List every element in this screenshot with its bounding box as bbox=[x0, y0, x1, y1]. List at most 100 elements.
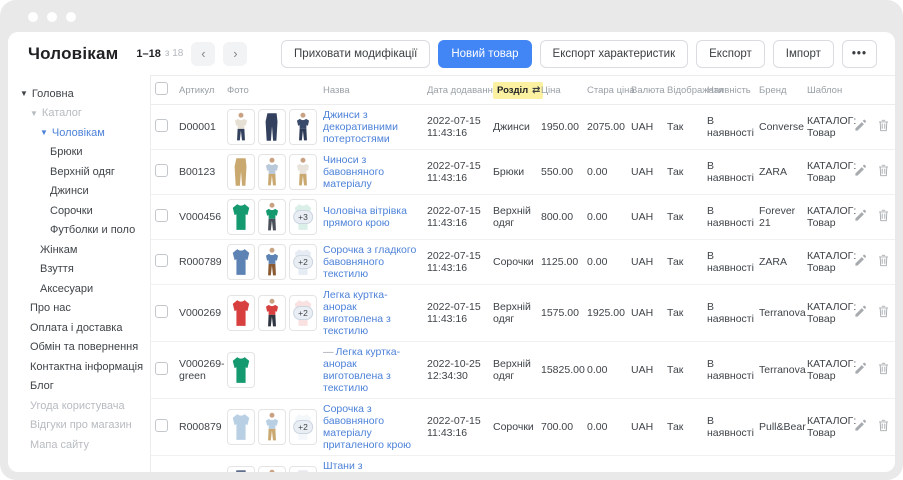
row-checkbox[interactable] bbox=[155, 362, 168, 375]
sidebar-item[interactable]: Аксесуари bbox=[8, 279, 150, 299]
delete-button[interactable] bbox=[875, 252, 892, 272]
cell-date: 2022-10-25 12:34:30 bbox=[423, 342, 489, 399]
sort-icon[interactable]: ⇄ bbox=[529, 85, 540, 96]
trash-icon bbox=[877, 210, 890, 225]
product-photo[interactable] bbox=[289, 109, 317, 145]
delete-button[interactable] bbox=[875, 417, 892, 437]
edit-button[interactable] bbox=[852, 162, 869, 182]
select-all-checkbox[interactable] bbox=[155, 82, 168, 95]
product-photo[interactable] bbox=[227, 295, 255, 331]
delete-button[interactable] bbox=[875, 162, 892, 182]
product-photo[interactable] bbox=[258, 409, 286, 445]
product-photo[interactable] bbox=[227, 409, 255, 445]
product-name-link[interactable]: Штани з бавовняного матеріалу прямого кр… bbox=[323, 460, 414, 472]
prev-page-button[interactable]: ‹ bbox=[191, 42, 215, 66]
toolbar-button[interactable]: Імпорт bbox=[773, 40, 834, 68]
sidebar-item[interactable]: Оплата і доставка bbox=[8, 318, 150, 338]
more-photos-thumb[interactable]: +2 bbox=[289, 409, 317, 445]
product-photo[interactable] bbox=[258, 154, 286, 190]
row-checkbox[interactable] bbox=[155, 119, 168, 132]
sidebar-item[interactable]: Відгуки про магазин bbox=[8, 416, 150, 436]
product-photo[interactable] bbox=[258, 199, 286, 235]
cell-sku: V000269 bbox=[175, 285, 223, 342]
more-actions-button[interactable]: ••• bbox=[842, 40, 877, 68]
sorted-column-label[interactable]: Розділ ⇄ bbox=[493, 82, 543, 99]
next-page-button[interactable]: › bbox=[223, 42, 247, 66]
product-name-link[interactable]: Сорочка з бавовняного матеріалу притален… bbox=[323, 403, 411, 451]
new-product-button[interactable]: Новий товар bbox=[438, 40, 531, 68]
trash-icon bbox=[877, 306, 890, 321]
product-photo[interactable] bbox=[258, 295, 286, 331]
cell-name: Джинси з декоративними потертостями bbox=[319, 105, 423, 150]
delete-button[interactable] bbox=[875, 207, 892, 227]
sidebar-item[interactable]: Верхній одяг bbox=[8, 162, 150, 182]
row-checkbox[interactable] bbox=[155, 209, 168, 222]
cell-date: 2022-07-15 11:43:16 bbox=[423, 150, 489, 195]
product-name-link[interactable]: Легка куртка-анорак виготовлена з тексти… bbox=[323, 346, 400, 394]
cell-check bbox=[151, 285, 175, 342]
product-photo[interactable] bbox=[258, 244, 286, 280]
sidebar-item[interactable]: ▼Чоловікам bbox=[8, 123, 150, 143]
sidebar-item[interactable]: Обмін та повернення bbox=[8, 338, 150, 358]
sidebar-item[interactable]: Контактна інформація bbox=[8, 357, 150, 377]
product-name-link[interactable]: Чиноси з бавовняного матеріалу bbox=[323, 154, 384, 190]
product-name-link[interactable]: Сорочка з гладкого бавовняного текстилю bbox=[323, 244, 416, 280]
delete-button[interactable] bbox=[875, 117, 892, 137]
delete-button[interactable] bbox=[875, 360, 892, 380]
more-photos-thumb[interactable]: +3 bbox=[289, 199, 317, 235]
edit-button[interactable] bbox=[852, 117, 869, 137]
sidebar-item[interactable]: Мапа сайту bbox=[8, 435, 150, 455]
product-photo[interactable] bbox=[227, 466, 255, 472]
pagination-total: з 18 bbox=[165, 48, 184, 59]
sidebar-item[interactable]: Угода користувача bbox=[8, 396, 150, 416]
row-checkbox[interactable] bbox=[155, 254, 168, 267]
product-photo[interactable] bbox=[227, 154, 255, 190]
edit-button[interactable] bbox=[852, 417, 869, 437]
row-checkbox[interactable] bbox=[155, 305, 168, 318]
product-photo[interactable] bbox=[227, 244, 255, 280]
cell-date: 2022-07-15 11:43:16 bbox=[423, 195, 489, 240]
window-dot-icon[interactable] bbox=[66, 12, 76, 22]
row-checkbox[interactable] bbox=[155, 419, 168, 432]
product-photo[interactable] bbox=[258, 109, 286, 145]
product-photo[interactable] bbox=[227, 199, 255, 235]
more-photos-thumb[interactable]: +2 bbox=[289, 466, 317, 472]
sidebar-item[interactable]: Футболки и поло bbox=[8, 221, 150, 241]
row-checkbox[interactable] bbox=[155, 164, 168, 177]
edit-button[interactable] bbox=[852, 252, 869, 272]
table-row: V000269 +2Легка куртка-анорак виготовлена… bbox=[151, 285, 895, 342]
product-photo[interactable] bbox=[227, 109, 255, 145]
sidebar-item[interactable]: ▼Головна bbox=[8, 84, 150, 104]
delete-button[interactable] bbox=[875, 303, 892, 323]
pagination-range: 1–18 bbox=[136, 48, 160, 60]
sidebar-item[interactable]: Брюки bbox=[8, 143, 150, 163]
window-dot-icon[interactable] bbox=[28, 12, 38, 22]
product-photo[interactable] bbox=[258, 466, 286, 472]
toolbar-button[interactable]: Експорт bbox=[696, 40, 765, 68]
cell-template: КАТАЛОГ: Товар bbox=[803, 150, 859, 195]
edit-button[interactable] bbox=[852, 360, 869, 380]
edit-button[interactable] bbox=[852, 303, 869, 323]
window-dot-icon[interactable] bbox=[47, 12, 57, 22]
sidebar-item[interactable]: Взуття bbox=[8, 260, 150, 280]
edit-button[interactable] bbox=[852, 207, 869, 227]
toolbar-button[interactable]: Приховати модифікації bbox=[281, 40, 430, 68]
more-photos-thumb[interactable]: +2 bbox=[289, 244, 317, 280]
product-photo[interactable] bbox=[289, 154, 317, 190]
sidebar-item[interactable]: Про нас bbox=[8, 299, 150, 319]
product-photo[interactable] bbox=[227, 352, 255, 388]
sidebar-item[interactable]: Жінкам bbox=[8, 240, 150, 260]
product-name-link[interactable]: Чоловіча вітрівка прямого крою bbox=[323, 205, 407, 229]
product-name-link[interactable]: Джинси з декоративними потертостями bbox=[323, 109, 398, 145]
cell-actions bbox=[859, 456, 895, 473]
sidebar-item-label: Аксесуари bbox=[40, 283, 93, 295]
sidebar-item[interactable]: Джинси bbox=[8, 182, 150, 202]
sidebar-item[interactable]: Блог bbox=[8, 377, 150, 397]
more-photos-thumb[interactable]: +2 bbox=[289, 295, 317, 331]
sidebar-item[interactable]: Сорочки bbox=[8, 201, 150, 221]
sidebar-item-label: Контактна інформація bbox=[30, 361, 143, 373]
product-name-link[interactable]: Легка куртка-анорак виготовлена з тексти… bbox=[323, 289, 391, 337]
toolbar-button[interactable]: Експорт характеристик bbox=[540, 40, 689, 68]
sidebar-item[interactable]: ▼Каталог bbox=[8, 104, 150, 124]
cell-template: КАТАЛОГ: Товар bbox=[803, 399, 859, 456]
